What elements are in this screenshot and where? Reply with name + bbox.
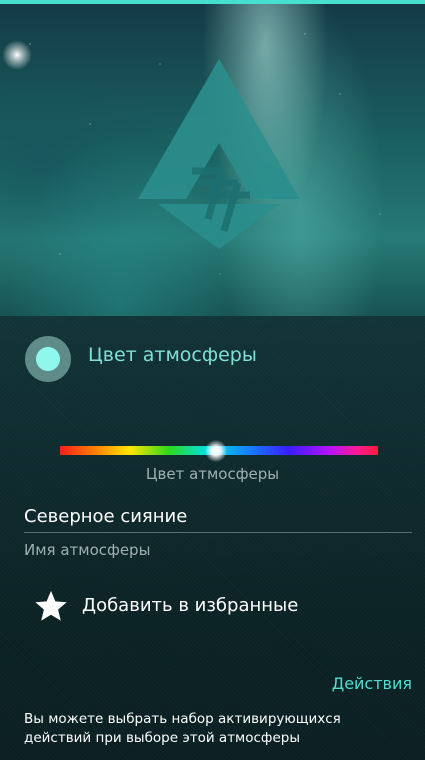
atmosphere-color-swatch[interactable] xyxy=(25,336,71,382)
actions-description: Вы можете выбрать набор активирующихся д… xyxy=(24,711,341,746)
settings-panel xyxy=(0,316,425,760)
atmosphere-name-caption: Имя атмосферы xyxy=(24,541,151,559)
atmosphere-logo-icon xyxy=(138,59,300,249)
add-to-favorites-label: Добавить в избранные xyxy=(82,595,299,616)
atmosphere-preview-image xyxy=(0,4,425,316)
color-slider-handle[interactable] xyxy=(204,440,227,462)
name-input-underline xyxy=(24,532,412,533)
actions-section-title[interactable]: Действия xyxy=(332,674,412,693)
star-icon xyxy=(35,590,67,621)
color-slider-caption: Цвет атмосферы xyxy=(145,465,280,483)
selected-color-dot xyxy=(36,347,60,371)
light-glare xyxy=(2,40,32,70)
atmosphere-color-title: Цвет атмосферы xyxy=(88,344,257,366)
atmosphere-name-input[interactable]: Северное сияние xyxy=(24,506,187,527)
add-to-favorites-button[interactable]: Добавить в избранные xyxy=(34,589,298,623)
